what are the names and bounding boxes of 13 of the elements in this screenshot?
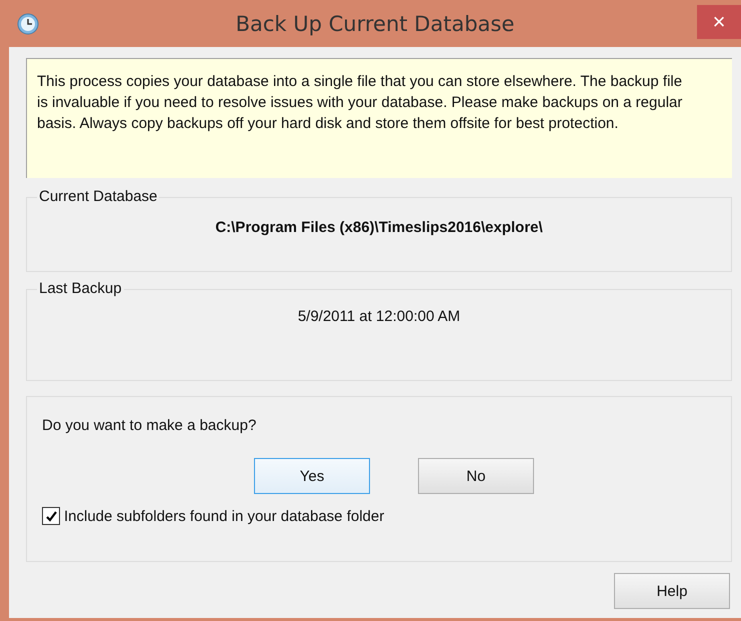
window-title: Back Up Current Database <box>234 12 516 36</box>
dialog-button[interactable]: No <box>418 458 534 494</box>
checkbox-label: Include subfolders found in your database folder <box>64 508 384 524</box>
help-button[interactable]: Help <box>614 573 730 609</box>
checkbox[interactable] <box>42 507 60 525</box>
question-text: Do you want to make a backup? <box>42 417 258 434</box>
clock-icon <box>17 12 39 34</box>
dialog-button[interactable]: Yes <box>254 458 370 494</box>
group-label: Last Backup <box>37 280 124 297</box>
close-button[interactable]: × <box>697 5 741 39</box>
group-value: C:\Program Files (x86)\Timeslips2016\explore\ <box>214 219 544 236</box>
group-value: 5/9/2011 at 12:00:00 AM <box>296 308 462 325</box>
info-text: This process copies your database into a single file that you can store elsewhere. The backup file is invaluable if you need to resolve issues with your database. Please make backups on a regular basis. Always copy backups off your hard disk and store them offsite for best protection. <box>26 58 732 178</box>
